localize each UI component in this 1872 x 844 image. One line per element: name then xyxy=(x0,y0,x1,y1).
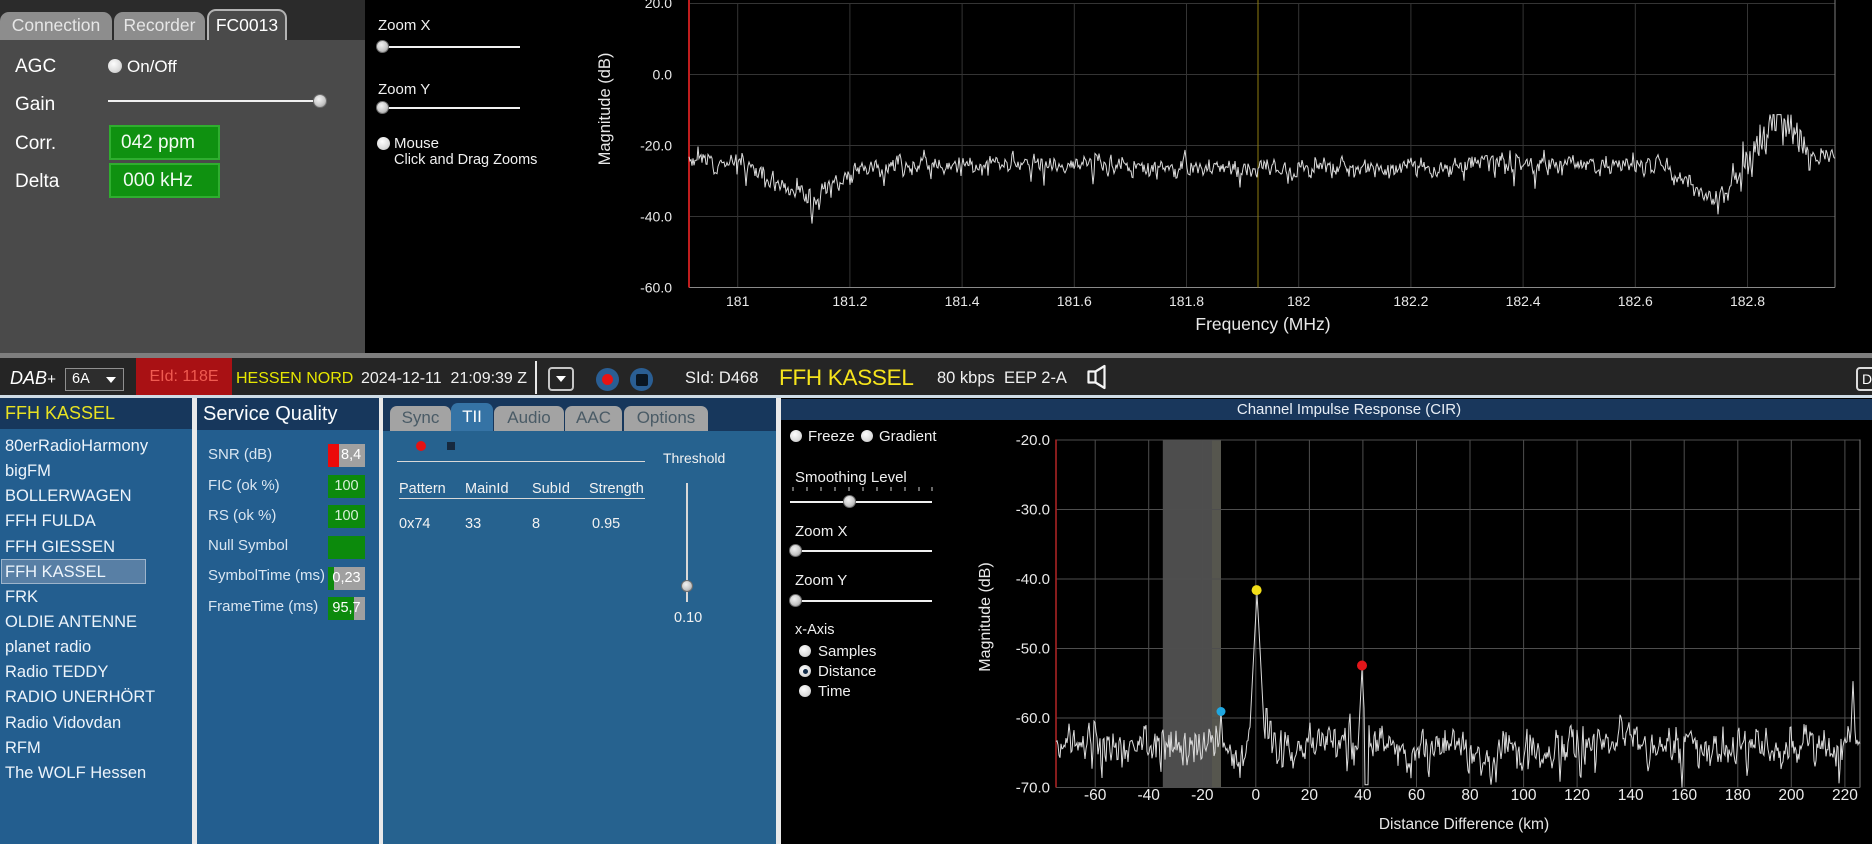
svg-text:181.2: 181.2 xyxy=(832,293,867,309)
svg-text:-20: -20 xyxy=(1191,787,1214,804)
svg-text:20: 20 xyxy=(1301,787,1319,804)
svg-text:80: 80 xyxy=(1461,787,1479,804)
svg-text:160: 160 xyxy=(1671,787,1697,804)
svg-text:182.6: 182.6 xyxy=(1618,293,1653,309)
svg-text:-30.0: -30.0 xyxy=(1016,502,1050,519)
svg-text:181.4: 181.4 xyxy=(945,293,980,309)
svg-text:120: 120 xyxy=(1564,787,1590,804)
svg-text:200: 200 xyxy=(1778,787,1804,804)
svg-text:Frequency (MHz): Frequency (MHz) xyxy=(1195,314,1330,334)
svg-text:Magnitude (dB): Magnitude (dB) xyxy=(596,53,614,166)
svg-text:181.6: 181.6 xyxy=(1057,293,1092,309)
svg-text:182: 182 xyxy=(1287,293,1311,309)
svg-text:180: 180 xyxy=(1725,787,1751,804)
svg-text:-60.0: -60.0 xyxy=(640,280,672,296)
svg-text:-40.0: -40.0 xyxy=(640,209,672,225)
svg-text:0.0: 0.0 xyxy=(653,67,673,83)
svg-text:182.8: 182.8 xyxy=(1730,293,1765,309)
svg-text:-20.0: -20.0 xyxy=(640,138,672,154)
svg-text:-40.0: -40.0 xyxy=(1016,571,1050,588)
svg-text:-50.0: -50.0 xyxy=(1016,641,1050,658)
svg-text:-60.0: -60.0 xyxy=(1016,710,1050,727)
svg-text:182.2: 182.2 xyxy=(1393,293,1428,309)
svg-text:181: 181 xyxy=(726,293,750,309)
svg-text:220: 220 xyxy=(1832,787,1858,804)
svg-text:Distance Difference (km): Distance Difference (km) xyxy=(1379,816,1549,833)
svg-text:140: 140 xyxy=(1618,787,1644,804)
svg-text:-20.0: -20.0 xyxy=(1016,432,1050,449)
svg-text:-60: -60 xyxy=(1084,787,1107,804)
svg-text:0: 0 xyxy=(1251,787,1260,804)
svg-text:-70.0: -70.0 xyxy=(1016,780,1050,797)
svg-text:181.8: 181.8 xyxy=(1169,293,1204,309)
svg-text:100: 100 xyxy=(1511,787,1537,804)
svg-text:40: 40 xyxy=(1354,787,1372,804)
svg-text:-40: -40 xyxy=(1137,787,1160,804)
svg-text:Magnitude (dB): Magnitude (dB) xyxy=(977,562,994,671)
svg-text:20.0: 20.0 xyxy=(645,0,672,11)
svg-text:182.4: 182.4 xyxy=(1506,293,1541,309)
svg-text:60: 60 xyxy=(1408,787,1426,804)
